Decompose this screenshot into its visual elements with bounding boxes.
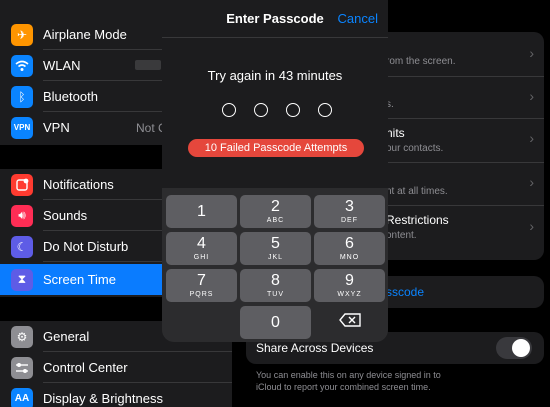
control-center-icon [11, 356, 33, 379]
key-6[interactable]: 6 MNO [314, 232, 385, 265]
failed-attempts-badge: 10 Failed Passcode Attempts [188, 139, 364, 157]
vpn-icon: VPN [11, 116, 33, 139]
sidebar-item-control-center[interactable]: Control Center [0, 352, 232, 383]
modal-header: Enter Passcode Cancel [162, 0, 388, 38]
key-8[interactable]: 8 TUV [240, 269, 311, 302]
key-1[interactable]: 1 [166, 195, 237, 228]
notifications-icon [11, 173, 33, 196]
always-allowed-subtitle: nt at all times. [386, 186, 448, 197]
key-9[interactable]: 9 WXYZ [314, 269, 385, 302]
delete-key[interactable] [314, 306, 385, 339]
chevron-right-icon: › [529, 130, 534, 146]
key-7[interactable]: 7 PQRS [166, 269, 237, 302]
chevron-right-icon: › [529, 218, 534, 234]
chevron-right-icon: › [529, 174, 534, 190]
communication-limits-subtitle: our contacts. [386, 143, 444, 154]
key-2[interactable]: 2 ABC [240, 195, 311, 228]
backspace-icon [338, 313, 361, 332]
cancel-button[interactable]: Cancel [338, 11, 378, 26]
share-footnote: You can enable this on any device signed… [256, 370, 441, 392]
downtime-subtitle: rom the screen. [386, 56, 456, 67]
hourglass-icon: ⧗ [11, 268, 33, 291]
share-across-devices-toggle[interactable] [496, 337, 532, 359]
communication-limits-title[interactable]: nits [386, 126, 405, 140]
key-5[interactable]: 5 JKL [240, 232, 311, 265]
bluetooth-icon: ᛒ [11, 85, 33, 108]
chevron-right-icon: › [529, 88, 534, 104]
toggle-knob [512, 339, 530, 357]
gear-icon: ⚙ [11, 325, 33, 348]
passcode-dot [254, 103, 268, 117]
network-name-mask [135, 60, 161, 70]
content-restrictions-subtitle: ontent. [386, 230, 417, 241]
passcode-dot [286, 103, 300, 117]
display-icon: AA [11, 387, 33, 407]
passcode-modal: Enter Passcode Cancel Try again in 43 mi… [162, 0, 388, 342]
sounds-icon: 🔊︎ [11, 204, 33, 227]
keypad-blank [166, 306, 237, 339]
key-3[interactable]: 3 DEF [314, 195, 385, 228]
lockout-message: Try again in 43 minutes [207, 68, 343, 83]
passcode-dot [318, 103, 332, 117]
sidebar-item-display-brightness[interactable]: AA Display & Brightness [0, 383, 232, 407]
content-restrictions-title[interactable]: Restrictions [386, 213, 449, 227]
change-passcode-link[interactable]: sscode [386, 285, 424, 299]
passcode-dot [222, 103, 236, 117]
wifi-icon [11, 54, 33, 77]
numeric-keypad: 1 2 ABC 3 DEF 4 GHI 5 JKL 6 MNO 7 PQRS 8 TUV 9W… [162, 188, 388, 342]
moon-icon: ☾ [11, 235, 33, 258]
passcode-dots [222, 103, 332, 119]
key-4[interactable]: 4 GHI [166, 232, 237, 265]
chevron-right-icon: › [529, 45, 534, 61]
share-across-devices-label: Share Across Devices [256, 341, 374, 355]
key-0[interactable]: 0 [240, 306, 311, 339]
airplane-icon: ✈ [11, 23, 33, 46]
